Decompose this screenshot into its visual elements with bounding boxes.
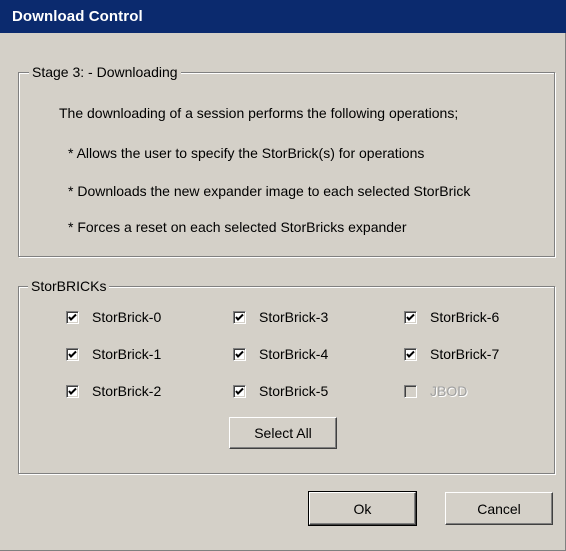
checkbox-box[interactable]: [233, 310, 246, 324]
checkbox-label: StorBrick-0: [92, 309, 162, 325]
window-title: Download Control: [12, 8, 143, 25]
checkbox-label: StorBrick-7: [430, 346, 500, 362]
stage-legend: Stage 3: - Downloading: [29, 63, 181, 81]
checkbox-label: StorBrick-2: [92, 383, 162, 399]
stage-bullet-2: * Downloads the new expander image to ea…: [68, 183, 471, 199]
select-all-button[interactable]: Select All: [229, 417, 337, 449]
checkbox-box[interactable]: [66, 310, 79, 324]
checkbox-box[interactable]: [404, 310, 417, 324]
checkbox-box: [404, 384, 417, 398]
checkbox-box[interactable]: [66, 347, 79, 361]
stage-intro: The downloading of a session performs th…: [59, 105, 459, 121]
checkbox-label: StorBrick-3: [259, 309, 329, 325]
stage-groupbox: Stage 3: - Downloading The downloading o…: [18, 63, 555, 257]
checkbox-label: JBOD: [430, 383, 468, 399]
checkbox-storbrick-2[interactable]: StorBrick-2: [66, 381, 161, 401]
checkbox-box[interactable]: [404, 347, 417, 361]
stage-bullet-3: * Forces a reset on each selected StorBr…: [68, 219, 407, 235]
checkbox-box[interactable]: [233, 347, 246, 361]
cancel-button[interactable]: Cancel: [445, 492, 553, 525]
stage-bullet-1: * Allows the user to specify the StorBri…: [68, 145, 425, 161]
checkbox-storbrick-0[interactable]: StorBrick-0: [66, 307, 161, 327]
storbricks-legend: StorBRICKs: [28, 277, 110, 295]
checkbox-box[interactable]: [233, 384, 246, 398]
checkbox-jbod: JBOD: [404, 381, 467, 401]
checkbox-box[interactable]: [66, 384, 79, 398]
title-bar[interactable]: Download Control: [0, 0, 566, 33]
checkbox-storbrick-5[interactable]: StorBrick-5: [233, 381, 328, 401]
checkbox-label: StorBrick-5: [259, 383, 329, 399]
checkbox-storbrick-7[interactable]: StorBrick-7: [404, 344, 499, 364]
storbricks-groupbox: StorBRICKs StorBrick-0 StorBrick-1 StorB…: [18, 277, 555, 474]
checkbox-storbrick-3[interactable]: StorBrick-3: [233, 307, 328, 327]
checkbox-storbrick-1[interactable]: StorBrick-1: [66, 344, 161, 364]
checkbox-storbrick-6[interactable]: StorBrick-6: [404, 307, 499, 327]
checkbox-label: StorBrick-1: [92, 346, 162, 362]
checkbox-label: StorBrick-6: [430, 309, 500, 325]
checkbox-label: StorBrick-4: [259, 346, 329, 362]
checkbox-storbrick-4[interactable]: StorBrick-4: [233, 344, 328, 364]
ok-button[interactable]: Ok: [308, 491, 417, 526]
download-control-dialog: Download Control Stage 3: - Downloading …: [0, 0, 566, 551]
